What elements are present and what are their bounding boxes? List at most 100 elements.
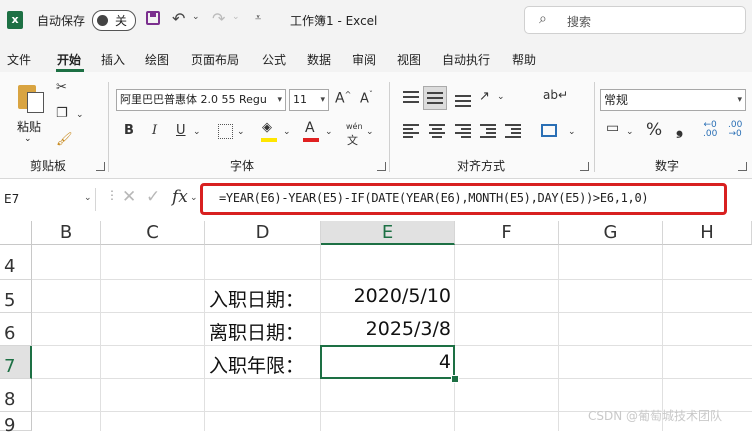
- number-format-select[interactable]: 常规 ▾: [600, 89, 746, 111]
- italic-button[interactable]: I: [152, 123, 157, 138]
- row-header-7[interactable]: 7: [0, 346, 32, 379]
- toggle-knob: [97, 15, 108, 26]
- redo-dropdown-icon[interactable]: ⌄: [232, 12, 240, 22]
- tab-formulas[interactable]: 公式: [262, 51, 286, 68]
- column-header-e[interactable]: E: [321, 221, 455, 245]
- undo-dropdown-icon[interactable]: ⌄: [192, 12, 200, 22]
- name-box-dropdown-icon[interactable]: ⌄: [84, 193, 92, 203]
- highlight-color-bar: [261, 138, 277, 142]
- borders-icon[interactable]: [218, 124, 233, 139]
- column-header-b[interactable]: B: [32, 221, 101, 245]
- select-all-corner[interactable]: [0, 221, 32, 245]
- row-header-4[interactable]: 4: [0, 245, 32, 280]
- decrease-decimal-icon[interactable]: .00 →0: [728, 121, 742, 139]
- alignment-launcher-icon[interactable]: [580, 162, 589, 171]
- more-options-icon[interactable]: ⋮: [106, 188, 118, 202]
- tab-page-layout[interactable]: 页面布局: [191, 51, 239, 68]
- column-header-h[interactable]: H: [663, 221, 752, 245]
- column-header-f[interactable]: F: [455, 221, 559, 245]
- tab-data[interactable]: 数据: [307, 51, 331, 68]
- align-middle-button[interactable]: [423, 86, 447, 110]
- increase-decimal-icon[interactable]: ←0.00: [703, 121, 717, 139]
- paste-dropdown-icon[interactable]: ⌄: [24, 134, 32, 144]
- fx-dropdown-icon[interactable]: ⌄: [190, 193, 198, 203]
- cell-d6[interactable]: 离职日期：: [209, 318, 304, 345]
- percent-style-button[interactable]: %: [646, 120, 662, 140]
- align-bottom-icon[interactable]: [455, 93, 471, 107]
- cell-d5[interactable]: 入职日期：: [209, 285, 304, 312]
- cell-e5[interactable]: 2020/5/10: [321, 285, 451, 307]
- name-box[interactable]: E7: [0, 188, 96, 211]
- fill-dropdown-icon[interactable]: ⌄: [283, 127, 291, 137]
- gridline: [32, 312, 752, 313]
- comma-style-button[interactable]: ❟: [676, 118, 683, 139]
- enter-icon[interactable]: ✓: [146, 187, 160, 207]
- tab-home[interactable]: 开始: [57, 51, 81, 68]
- orientation-icon[interactable]: ↗: [479, 89, 490, 104]
- copy-icon[interactable]: ❐: [56, 106, 68, 121]
- increase-font-icon[interactable]: A^: [335, 90, 351, 107]
- decrease-indent-icon[interactable]: [480, 124, 496, 138]
- cell-d7[interactable]: 入职年限：: [209, 351, 304, 378]
- column-header-d[interactable]: D: [205, 221, 321, 245]
- column-header-c[interactable]: C: [101, 221, 205, 245]
- group-separator: [389, 82, 390, 172]
- decrease-font-icon[interactable]: Aˇ: [360, 90, 373, 106]
- autosave-state: 关: [115, 14, 128, 28]
- font-name-select[interactable]: 阿里巴巴普惠体 2.0 55 Regu ▾: [116, 89, 286, 111]
- row-header-8[interactable]: 8: [0, 379, 32, 412]
- orientation-dropdown-icon[interactable]: ⌄: [497, 92, 505, 102]
- phonetic-dropdown-icon[interactable]: ⌄: [366, 127, 374, 137]
- row-header-5[interactable]: 5: [0, 280, 32, 313]
- tab-review[interactable]: 审阅: [352, 51, 376, 68]
- merge-dropdown-icon[interactable]: ⌄: [568, 127, 576, 137]
- paste-button[interactable]: [16, 82, 46, 114]
- number-launcher-icon[interactable]: [738, 162, 747, 171]
- customize-toolbar-icon[interactable]: ⩡: [255, 11, 261, 25]
- copy-dropdown-icon[interactable]: ⌄: [76, 110, 84, 120]
- clipboard-launcher-icon[interactable]: [96, 162, 105, 171]
- font-color-dropdown-icon[interactable]: ⌄: [325, 127, 333, 137]
- underline-button[interactable]: U: [176, 123, 186, 138]
- accounting-dropdown-icon[interactable]: ⌄: [626, 127, 634, 137]
- redo-icon[interactable]: ↷: [212, 9, 225, 28]
- align-right-icon[interactable]: [455, 124, 471, 138]
- row-header-6[interactable]: 6: [0, 313, 32, 346]
- formula-input[interactable]: =YEAR(E6)-YEAR(E5)-IF(DATE(YEAR(E6),MONT…: [219, 191, 649, 205]
- font-color-bar: [303, 138, 319, 142]
- underline-dropdown-icon[interactable]: ⌄: [193, 127, 201, 137]
- cell-e6[interactable]: 2025/3/8: [321, 318, 451, 340]
- fill-handle[interactable]: [451, 375, 459, 383]
- bold-button[interactable]: B: [124, 123, 134, 138]
- cancel-icon[interactable]: ✕: [122, 187, 136, 207]
- cut-icon[interactable]: ✂: [56, 80, 67, 95]
- tab-help[interactable]: 帮助: [512, 51, 536, 68]
- tab-view[interactable]: 视图: [397, 51, 421, 68]
- row-header-9[interactable]: 9: [0, 412, 32, 436]
- save-icon[interactable]: [146, 11, 160, 25]
- tab-draw[interactable]: 绘图: [145, 51, 169, 68]
- align-left-icon[interactable]: [403, 124, 419, 138]
- align-top-icon[interactable]: [403, 91, 419, 105]
- accounting-format-icon[interactable]: ▭: [606, 120, 619, 136]
- search-box[interactable]: ⌕ 搜索: [524, 6, 746, 34]
- wrap-text-icon[interactable]: ab↵: [543, 88, 568, 102]
- font-launcher-icon[interactable]: [377, 162, 386, 171]
- font-size-select[interactable]: 11 ▾: [289, 89, 329, 111]
- column-header-g[interactable]: G: [559, 221, 663, 245]
- tab-automate[interactable]: 自动执行: [442, 51, 490, 68]
- tab-file[interactable]: 文件: [7, 51, 31, 68]
- phonetic-guide-button[interactable]: wén: [346, 122, 363, 131]
- increase-indent-icon[interactable]: [505, 124, 521, 138]
- tab-insert[interactable]: 插入: [101, 51, 125, 68]
- undo-icon[interactable]: ↶: [172, 9, 185, 28]
- autosave-toggle[interactable]: 关: [92, 10, 136, 31]
- insert-function-button[interactable]: fx: [172, 187, 188, 207]
- merge-center-icon[interactable]: [541, 124, 557, 137]
- search-icon: ⌕: [539, 11, 547, 27]
- format-painter-icon[interactable]: 🖌: [56, 132, 73, 147]
- align-center-icon[interactable]: [429, 124, 445, 138]
- borders-dropdown-icon[interactable]: ⌄: [237, 127, 245, 137]
- font-color-icon[interactable]: A: [305, 120, 315, 136]
- fill-color-icon[interactable]: ◈: [262, 120, 272, 135]
